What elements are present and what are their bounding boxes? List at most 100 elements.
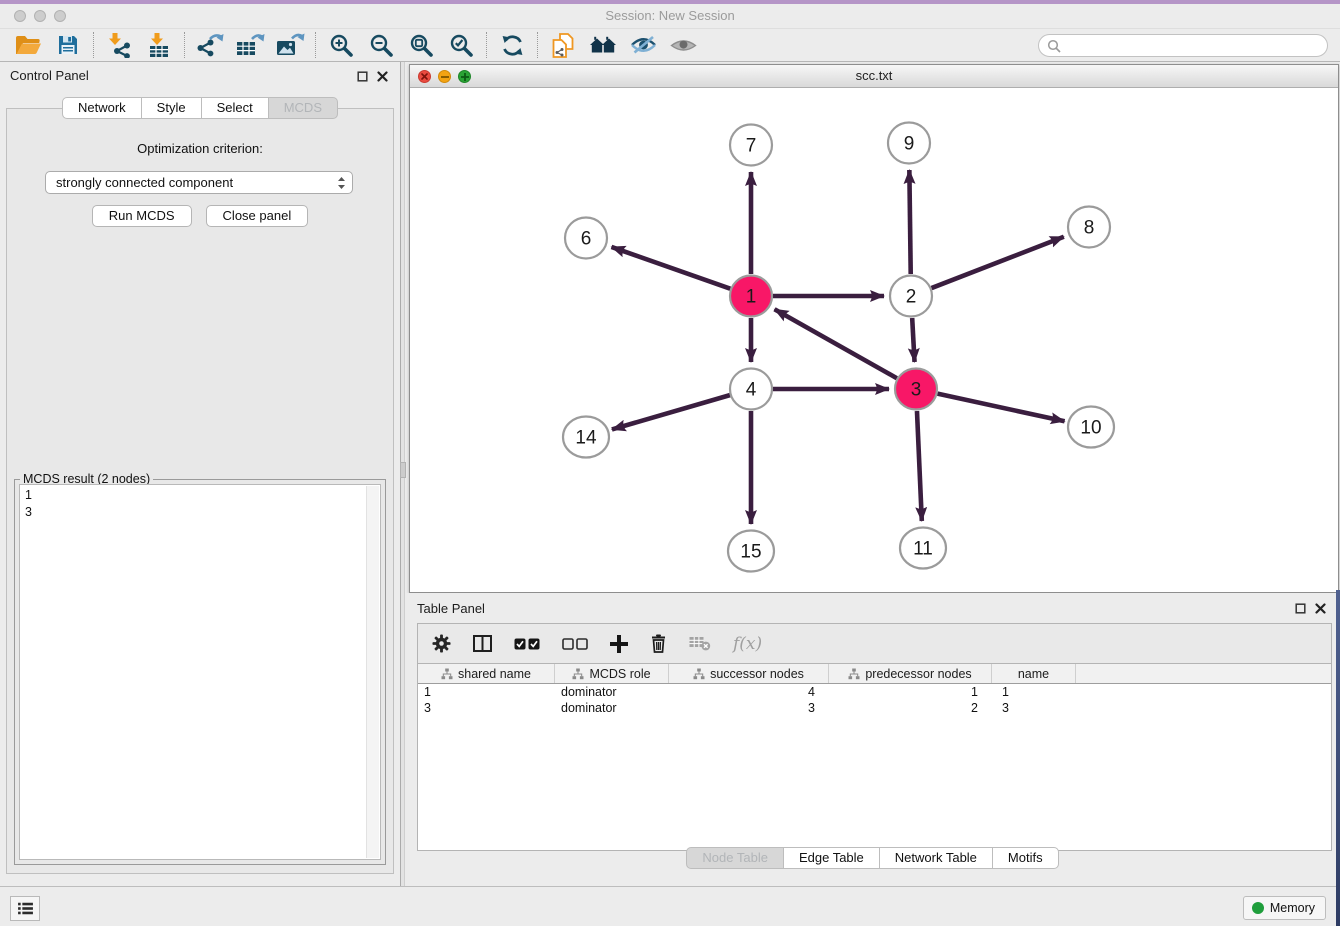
graph-node-9[interactable]: 9 (888, 123, 930, 164)
search-field[interactable] (1038, 34, 1328, 57)
column-header-mcds-role[interactable]: MCDS role (555, 664, 669, 683)
graph-edge-4-14[interactable] (612, 395, 730, 429)
settings-gear-icon[interactable] (432, 634, 451, 653)
close-panel-button[interactable]: Close panel (206, 205, 309, 227)
graph-edge-2-3[interactable] (912, 318, 914, 362)
zoom-selected-icon[interactable] (441, 30, 481, 60)
run-mcds-button[interactable]: Run MCDS (92, 205, 192, 227)
network-graph: 1 2 3 4 6 7 8 9 10 11 14 15 (410, 88, 1338, 592)
column-header-shared-name[interactable]: shared name (418, 664, 555, 683)
mcds-result-text[interactable]: 1 3 (19, 484, 381, 860)
svg-text:8: 8 (1084, 218, 1095, 239)
main-toolbar (0, 28, 1340, 62)
network-view-window: scc.txt 1 2 3 4 6 7 8 9 10 11 14 15 (409, 64, 1339, 593)
memory-label: Memory (1270, 901, 1315, 915)
import-network-icon[interactable] (99, 30, 139, 60)
tab-motifs[interactable]: Motifs (992, 847, 1059, 869)
zoom-out-icon[interactable] (361, 30, 401, 60)
new-network-from-selection-icon[interactable] (543, 30, 583, 60)
task-history-button[interactable] (10, 896, 40, 921)
graph-node-2[interactable]: 2 (890, 276, 932, 317)
svg-text:6: 6 (581, 229, 592, 250)
network-canvas[interactable]: 1 2 3 4 6 7 8 9 10 11 14 15 (410, 88, 1338, 592)
mcds-result-box: MCDS result (2 nodes) 1 3 (14, 479, 386, 865)
minimize-window-button[interactable] (34, 10, 46, 22)
minimize-network-button[interactable] (438, 70, 451, 83)
svg-text:11: 11 (913, 539, 933, 560)
deselect-all-checkboxes-icon[interactable] (562, 638, 588, 650)
tab-edge-table[interactable]: Edge Table (783, 847, 880, 869)
tab-mcds[interactable]: MCDS (268, 97, 338, 119)
export-table-icon[interactable] (230, 30, 270, 60)
svg-text:7: 7 (746, 136, 757, 157)
toolbar-separator (315, 32, 316, 58)
import-table-icon[interactable] (139, 30, 179, 60)
table-panel: Table Panel (405, 593, 1340, 886)
column-header-predecessor-nodes[interactable]: predecessor nodes (829, 664, 992, 683)
zoom-in-icon[interactable] (321, 30, 361, 60)
graph-edge-3-1[interactable] (775, 309, 897, 378)
column-header-successor-nodes[interactable]: successor nodes (669, 664, 829, 683)
memory-button[interactable]: Memory (1243, 896, 1326, 920)
graph-node-4[interactable]: 4 (730, 369, 772, 410)
criterion-dropdown[interactable]: strongly connected component (45, 171, 353, 194)
mcds-result-line: 1 (25, 487, 375, 504)
graph-node-6[interactable]: 6 (565, 218, 607, 259)
window-controls[interactable] (14, 10, 66, 22)
float-table-panel-icon[interactable] (1295, 602, 1306, 617)
graph-edge-2-8[interactable] (932, 237, 1064, 288)
tab-style[interactable]: Style (141, 97, 202, 119)
close-window-button[interactable] (14, 10, 26, 22)
graph-node-7[interactable]: 7 (730, 125, 772, 166)
graph-node-11[interactable]: 11 (900, 528, 946, 569)
toolbar-separator (184, 32, 185, 58)
app-titlebar: Session: New Session (0, 4, 1340, 28)
add-column-icon[interactable] (610, 635, 628, 653)
select-all-checkboxes-icon[interactable] (514, 638, 540, 650)
graph-edge-3-11[interactable] (917, 411, 922, 521)
first-neighbors-icon[interactable] (583, 30, 623, 60)
network-window-titlebar[interactable]: scc.txt (410, 65, 1338, 88)
svg-text:3: 3 (911, 380, 922, 401)
delete-column-icon[interactable] (650, 634, 667, 653)
graph-node-14[interactable]: 14 (563, 417, 609, 458)
close-panel-icon[interactable] (377, 70, 388, 85)
column-header-name[interactable]: name (992, 664, 1076, 683)
show-graphics-details-icon[interactable] (663, 30, 703, 60)
open-session-icon[interactable] (8, 30, 48, 60)
svg-text:14: 14 (575, 428, 597, 449)
graph-node-10[interactable]: 10 (1068, 407, 1114, 448)
tab-network[interactable]: Network (62, 97, 142, 119)
close-table-panel-icon[interactable] (1315, 602, 1326, 617)
export-image-icon[interactable] (270, 30, 310, 60)
zoom-fit-icon[interactable] (401, 30, 441, 60)
graph-node-3[interactable]: 3 (895, 369, 937, 410)
graph-node-1[interactable]: 1 (730, 276, 772, 317)
tab-network-table[interactable]: Network Table (879, 847, 993, 869)
split-panel-icon[interactable] (473, 635, 492, 652)
table-row[interactable]: 3 dominator 3 2 3 (418, 700, 1331, 716)
delete-table-icon[interactable] (689, 636, 711, 651)
tab-node-table[interactable]: Node Table (686, 847, 784, 869)
svg-text:9: 9 (904, 134, 915, 155)
export-network-icon[interactable] (190, 30, 230, 60)
desktop-background-edge (1336, 590, 1340, 926)
search-input[interactable] (1061, 36, 1327, 55)
svg-text:2: 2 (906, 287, 917, 308)
result-scrollbar[interactable] (366, 486, 379, 858)
zoom-window-button[interactable] (54, 10, 66, 22)
refresh-icon[interactable] (492, 30, 532, 60)
float-panel-icon[interactable] (357, 70, 368, 85)
graph-edge-3-10[interactable] (937, 394, 1064, 422)
save-session-icon[interactable] (48, 30, 88, 60)
tab-select[interactable]: Select (201, 97, 269, 119)
graph-node-15[interactable]: 15 (728, 531, 774, 572)
graph-edge-2-9[interactable] (909, 170, 910, 274)
table-row[interactable]: 1 dominator 4 1 1 (418, 684, 1331, 700)
graph-node-8[interactable]: 8 (1068, 207, 1110, 248)
graph-edge-1-6[interactable] (611, 247, 730, 289)
maximize-network-button[interactable] (458, 70, 471, 83)
hide-graphics-details-icon[interactable] (623, 30, 663, 60)
close-network-button[interactable] (418, 70, 431, 83)
function-builder-icon[interactable]: f(x) (733, 634, 762, 654)
